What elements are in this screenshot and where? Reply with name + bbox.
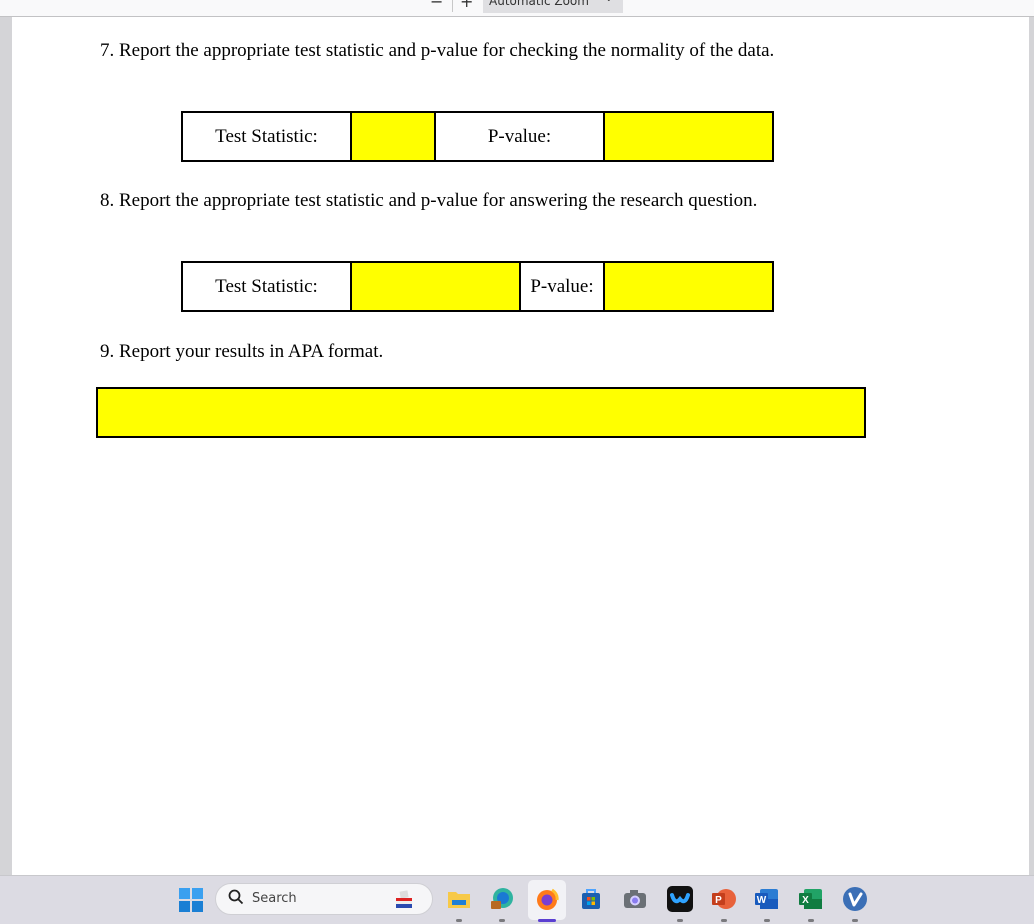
start-button[interactable] [179, 888, 203, 912]
running-indicator [456, 919, 462, 922]
p-value-label: P-value: [519, 261, 605, 312]
taskbar-word[interactable]: W [754, 886, 780, 912]
question-8-text: 8. Report the appropriate test statistic… [100, 190, 758, 211]
test-statistic-label: Test Statistic: [181, 111, 352, 162]
zoom-out-button[interactable]: − [430, 0, 443, 10]
taskbar-excel[interactable]: X [798, 886, 824, 912]
document-page: 7. Report the appropriate test statistic… [12, 17, 1029, 875]
ballot-box-icon [394, 890, 414, 910]
taskbar-edge[interactable] [489, 886, 515, 912]
active-indicator [538, 919, 556, 922]
word-icon: W [755, 889, 778, 909]
p-value-answer-field[interactable] [603, 111, 774, 162]
zoom-select-value: Automatic Zoom [489, 0, 589, 8]
p-value-answer-field[interactable] [603, 261, 774, 312]
question-9-text: 9. Report your results in APA format. [100, 341, 384, 362]
running-indicator [677, 919, 683, 922]
taskbar-firefox[interactable] [534, 886, 560, 912]
zoom-select[interactable]: Automatic Zoom ⌄ [483, 0, 623, 13]
webex-icon [670, 893, 690, 904]
running-indicator [852, 919, 858, 922]
svg-text:X: X [802, 895, 809, 906]
windows-logo-icon [192, 888, 203, 899]
question-7-answer-table: Test Statistic: P-value: [181, 111, 774, 162]
taskbar-powerpoint[interactable]: P [711, 886, 737, 912]
question-7-text: 7. Report the appropriate test statistic… [100, 40, 775, 61]
taskbar-webex[interactable] [667, 886, 693, 912]
taskbar-vimeo[interactable] [842, 886, 868, 912]
apa-results-answer-field[interactable] [96, 387, 866, 438]
svg-text:P: P [715, 895, 722, 906]
windows-logo-icon [179, 901, 190, 912]
pdf-toolbar: − + Automatic Zoom ⌄ [0, 0, 1034, 17]
excel-icon: X [799, 889, 822, 909]
store-icon [582, 889, 600, 909]
search-icon [228, 889, 244, 909]
taskbar: Search P W X [0, 875, 1034, 924]
taskbar-camera[interactable] [622, 886, 648, 912]
test-statistic-label: Test Statistic: [181, 261, 352, 312]
windows-logo-icon [192, 901, 203, 912]
firefox-icon [537, 888, 559, 910]
taskbar-file-explorer[interactable] [446, 886, 472, 912]
test-statistic-answer-field[interactable] [350, 261, 521, 312]
windows-logo-icon [179, 888, 190, 899]
running-indicator [808, 919, 814, 922]
taskbar-store[interactable] [578, 886, 604, 912]
search-placeholder: Search [252, 891, 297, 906]
toolbar-divider [452, 0, 453, 12]
document-viewer[interactable]: 7. Report the appropriate test statistic… [0, 17, 1034, 875]
zoom-in-button[interactable]: + [460, 0, 473, 10]
running-indicator [721, 919, 727, 922]
chevron-down-icon: ⌄ [605, 0, 613, 4]
test-statistic-answer-field[interactable] [350, 111, 436, 162]
camera-icon [624, 890, 646, 908]
p-value-label: P-value: [434, 111, 605, 162]
running-indicator [764, 919, 770, 922]
svg-text:W: W [757, 895, 767, 906]
edge-icon [491, 888, 513, 909]
powerpoint-icon: P [712, 889, 736, 909]
vimeo-icon [843, 887, 867, 911]
folder-icon [448, 892, 470, 908]
running-indicator [499, 919, 505, 922]
question-8-answer-table: Test Statistic: P-value: [181, 261, 774, 312]
taskbar-search-box[interactable]: Search [215, 883, 433, 915]
